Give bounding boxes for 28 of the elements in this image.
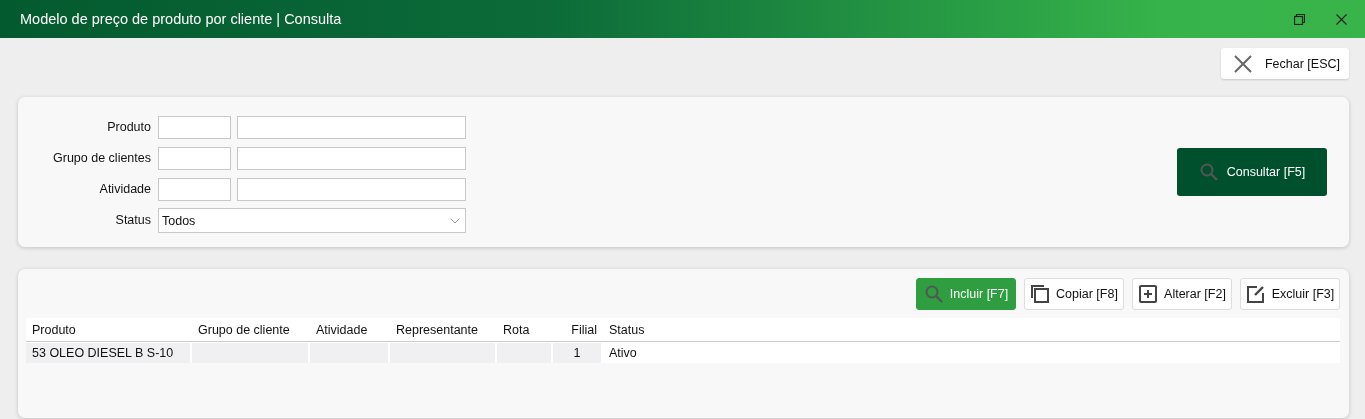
close-icon	[1232, 53, 1253, 74]
table-cell: 53 OLEO DIESEL B S-10	[26, 342, 192, 363]
plus-icon	[1138, 284, 1159, 304]
status-dropdown[interactable]: Todos	[158, 208, 466, 233]
search-icon	[1198, 162, 1219, 182]
description-field[interactable]	[237, 178, 466, 201]
window-title: Modelo de preço de produto por cliente | Consulta	[20, 11, 342, 27]
description-field[interactable]	[237, 116, 466, 139]
restore-icon[interactable]	[1294, 13, 1305, 25]
edit-icon	[1245, 284, 1266, 304]
table-cell: 1	[553, 342, 603, 363]
field-label: Status	[114, 212, 151, 229]
close-icon[interactable]	[1336, 13, 1347, 25]
search-icon	[923, 284, 944, 304]
close-button[interactable]: Fechar [ESC]	[1220, 48, 1349, 79]
chevron-down-icon	[450, 217, 460, 224]
copy-icon	[1030, 284, 1051, 304]
toolbar-button[interactable]: Alterar [F2]	[1132, 278, 1232, 310]
toolbar-button[interactable]: Excluir [F3]	[1240, 278, 1340, 310]
field-label: Produto	[106, 119, 151, 136]
search-button[interactable]: Consultar [F5]	[1177, 148, 1327, 196]
field-label: Grupo de clientes	[52, 150, 151, 167]
toolbar-button[interactable]: Copiar [F8]	[1024, 278, 1124, 310]
code-field[interactable]	[158, 178, 231, 201]
description-field[interactable]	[237, 147, 466, 170]
code-field[interactable]	[158, 147, 231, 170]
field-label: Atividade	[98, 181, 151, 198]
code-field[interactable]	[158, 116, 231, 139]
